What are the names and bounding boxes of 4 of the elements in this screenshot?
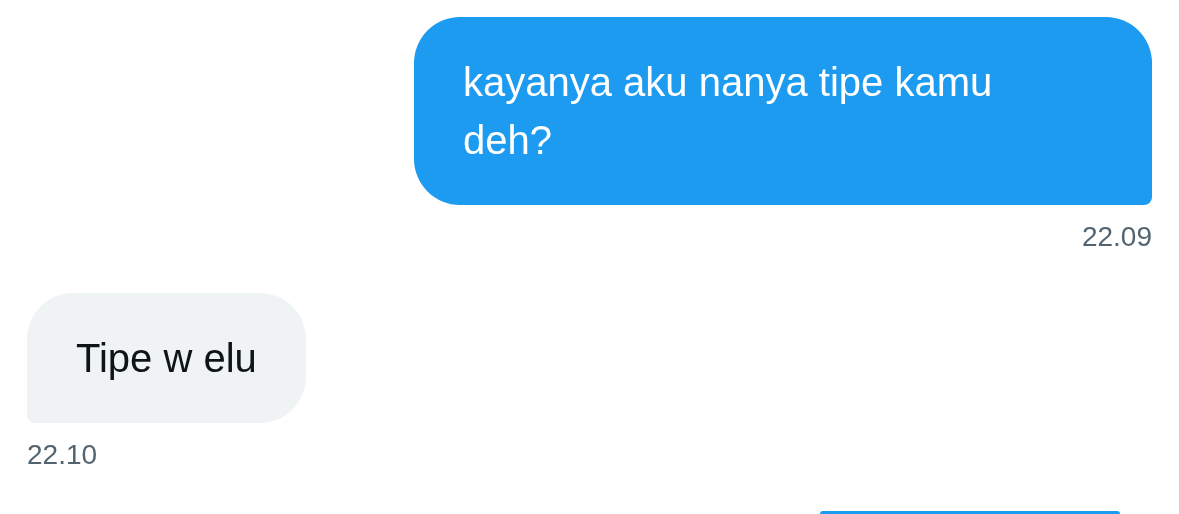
message-time: 22.09 (1081, 221, 1152, 253)
message-time: 22.10 (27, 439, 98, 471)
message-bubble: kayanya aku nanya tipe kamu deh? (414, 17, 1152, 205)
message-bubble: Tipe w elu (27, 293, 306, 423)
